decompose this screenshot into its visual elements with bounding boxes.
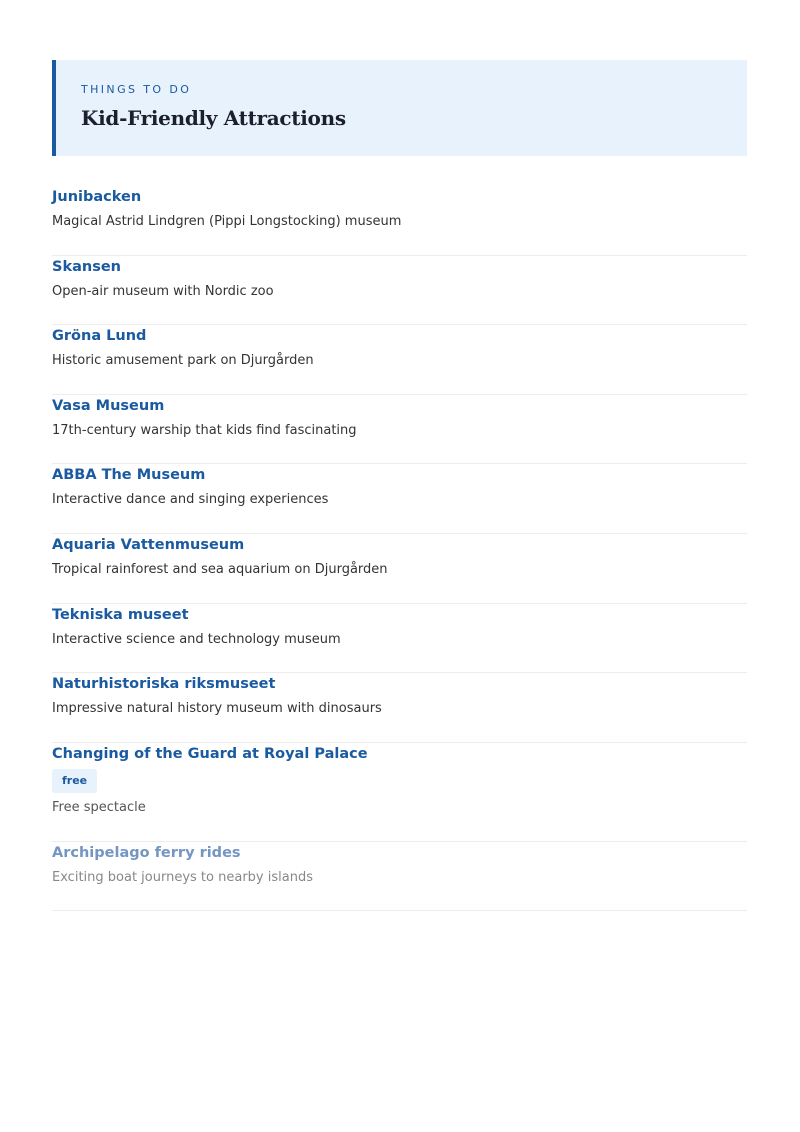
attraction-name[interactable]: ABBA The Museum [52, 465, 747, 485]
free-badge: free [52, 768, 98, 793]
attractions-list: Junibacken Magical Astrid Lindgren (Pipp… [52, 186, 747, 912]
attraction-item: ABBA The Museum Interactive dance and si… [52, 464, 747, 534]
attraction-description: Open-air museum with Nordic zoo [52, 283, 274, 299]
attraction-name[interactable]: Vasa Museum [52, 396, 747, 416]
attraction-description: Free spectacle [52, 799, 146, 815]
attraction-description: Magical Astrid Lindgren (Pippi Longstock… [52, 214, 402, 229]
attraction-description: 17th-century warship that kids find fasc… [52, 422, 357, 438]
attraction-name[interactable]: Tekniska museet [52, 605, 747, 625]
attraction-item: Aquaria Vattenmuseum Tropical rainforest… [52, 534, 747, 604]
attraction-description: Tropical rainforest and sea aquarium on … [52, 561, 388, 577]
attraction-item: Naturhistoriska riksmuseet Impressive na… [52, 673, 747, 743]
attraction-item: Archipelago ferry rides Exciting boat jo… [52, 842, 747, 912]
section-header: THINGS TO DO Kid-Friendly Attractions [52, 60, 747, 156]
attraction-item: Changing of the Guard at Royal Palace fr… [52, 743, 747, 842]
attraction-name[interactable]: Skansen [52, 257, 747, 277]
section-eyebrow: THINGS TO DO [81, 83, 192, 96]
attraction-description: Interactive dance and singing experience… [52, 492, 329, 508]
attraction-item: Skansen Open-air museum with Nordic zoo [52, 256, 747, 326]
attraction-name[interactable]: Gröna Lund [52, 326, 747, 346]
attraction-description: Historic amusement park on Djurgården [52, 353, 314, 369]
attraction-description: Exciting boat journeys to nearby islands [52, 869, 313, 885]
attraction-name[interactable]: Archipelago ferry rides [52, 843, 747, 863]
attraction-description: Interactive science and technology museu… [52, 631, 341, 647]
attraction-name[interactable]: Naturhistoriska riksmuseet [52, 674, 747, 694]
section-title: Kid-Friendly Attractions [81, 106, 346, 130]
page-content: THINGS TO DO Kid-Friendly Attractions Ju… [52, 60, 747, 912]
attraction-item: Junibacken Magical Astrid Lindgren (Pipp… [52, 186, 747, 256]
attraction-item: Gröna Lund Historic amusement park on Dj… [52, 325, 747, 395]
attraction-name[interactable]: Changing of the Guard at Royal Palace [52, 744, 747, 764]
attraction-name[interactable]: Aquaria Vattenmuseum [52, 535, 747, 555]
attraction-item: Tekniska museet Interactive science and … [52, 604, 747, 674]
attraction-name[interactable]: Junibacken [52, 187, 747, 207]
attraction-description: Impressive natural history museum with d… [52, 701, 382, 717]
attraction-item: Vasa Museum 17th-century warship that ki… [52, 395, 747, 465]
